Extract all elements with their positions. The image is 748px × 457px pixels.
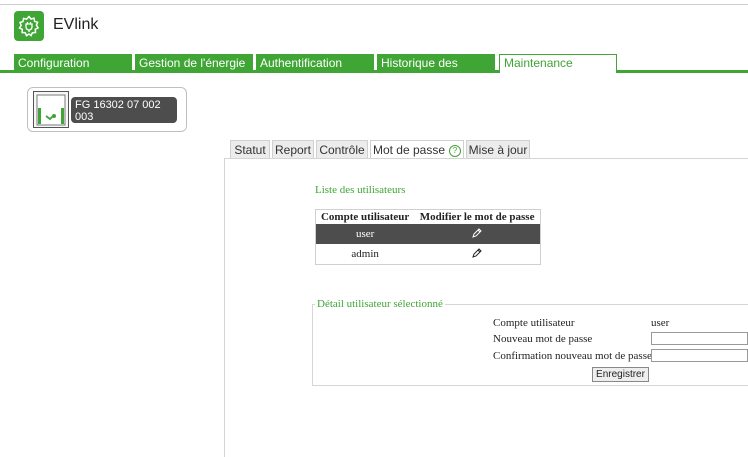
station-card[interactable]: FG 16302 07 002 003 en service bbox=[27, 87, 187, 132]
pencil-icon[interactable] bbox=[471, 247, 483, 259]
account-value: user bbox=[651, 317, 670, 329]
new-password-label: Nouveau mot de passe bbox=[493, 333, 593, 345]
column-header-edit-password: Modifier le mot de passe bbox=[419, 211, 535, 223]
main-nav: Configuration Gestion de l'énergie Authe… bbox=[0, 54, 748, 88]
gear-plug-icon bbox=[18, 15, 40, 37]
account-cell: user bbox=[315, 224, 415, 244]
confirm-password-field[interactable] bbox=[651, 349, 748, 362]
account-cell: admin bbox=[351, 248, 379, 260]
detail-section-title: Détail utilisateur sélectionné bbox=[315, 298, 445, 310]
confirm-password-label: Confirmation nouveau mot de passe bbox=[493, 350, 652, 362]
account-label: Compte utilisateur bbox=[493, 317, 575, 329]
evlink-logo bbox=[14, 11, 44, 41]
users-table: Compte utilisateur Modifier le mot de pa… bbox=[315, 209, 541, 265]
tab-mise-a-jour[interactable]: Mise à jour bbox=[466, 140, 530, 158]
table-row[interactable]: admin bbox=[316, 244, 541, 265]
edit-cell bbox=[414, 224, 541, 244]
station-id: FG 16302 07 002 003 bbox=[75, 99, 161, 123]
nav-configuration[interactable]: Configuration bbox=[14, 54, 132, 72]
save-button[interactable]: Enregistrer bbox=[592, 367, 649, 382]
help-icon[interactable]: ? bbox=[449, 144, 462, 157]
nav-charge-history[interactable]: Historique des charges bbox=[377, 54, 495, 88]
tab-statut[interactable]: Statut bbox=[230, 140, 270, 158]
nav-authentication[interactable]: Authentification bbox=[256, 54, 374, 72]
table-row[interactable]: user bbox=[315, 224, 541, 244]
tab-mot-de-passe[interactable]: Mot de passe? bbox=[370, 140, 464, 159]
charging-station-icon bbox=[33, 91, 69, 128]
column-header-account: Compte utilisateur bbox=[320, 211, 410, 223]
app-title: EVlink bbox=[53, 16, 99, 33]
top-border bbox=[0, 4, 748, 5]
tab-controle[interactable]: Contrôle bbox=[316, 140, 368, 158]
tab-report[interactable]: Report bbox=[272, 140, 314, 158]
tab-mot-de-passe-label: Mot de passe bbox=[372, 143, 446, 157]
pencil-icon[interactable] bbox=[471, 227, 483, 239]
new-password-field[interactable] bbox=[651, 332, 748, 345]
users-section-title: Liste des utilisateurs bbox=[315, 184, 406, 196]
station-status: en service bbox=[75, 124, 107, 131]
edit-cell bbox=[414, 244, 540, 265]
nav-energy-management[interactable]: Gestion de l'énergie bbox=[135, 54, 253, 72]
users-table-header: Compte utilisateur Modifier le mot de pa… bbox=[316, 210, 541, 225]
station-label: FG 16302 07 002 003 en service bbox=[71, 97, 177, 131]
nav-maintenance[interactable]: Maintenance bbox=[499, 54, 617, 73]
